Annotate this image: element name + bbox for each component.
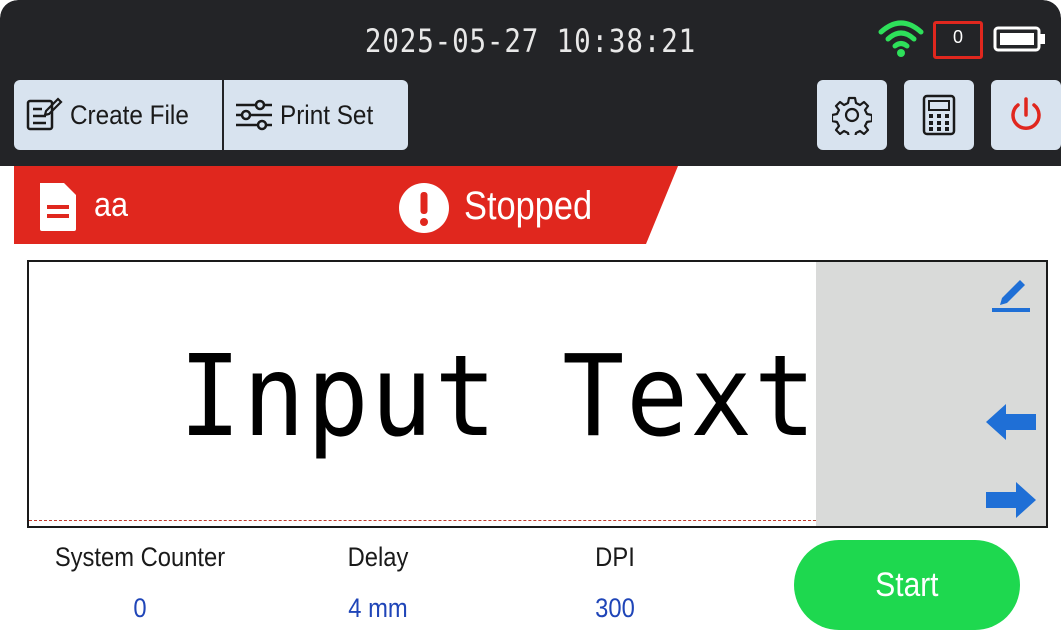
start-button[interactable]: Start (794, 540, 1020, 630)
wifi-icon (878, 20, 924, 57)
edit-document-icon (26, 97, 63, 131)
power-button[interactable] (991, 80, 1061, 150)
preview-text: Input Text (179, 332, 818, 462)
power-icon (1011, 97, 1041, 130)
print-card-icon: 0 (933, 21, 983, 59)
dpi-value: 300 (595, 593, 635, 623)
gear-icon (832, 96, 872, 135)
sliders-icon (236, 99, 272, 131)
message-preview[interactable]: Input Text (27, 260, 1048, 528)
delay-value: 4 mm (348, 593, 408, 623)
top-bar: 2025-05-27 10:38:21 0 Create File Print … (0, 0, 1061, 166)
file-name: aa (94, 186, 129, 224)
pencil-icon[interactable] (988, 268, 1032, 312)
document-icon (40, 183, 76, 231)
print-area-guide (29, 520, 816, 521)
calculator-icon (922, 94, 956, 136)
arrow-left-icon[interactable] (984, 402, 1038, 442)
alert-icon (399, 183, 449, 233)
preview-canvas[interactable]: Input Text (29, 262, 816, 526)
card-count: 0 (952, 27, 963, 47)
dpi-label: DPI (595, 542, 635, 572)
delay: Delay 4 mm (318, 542, 438, 624)
system-counter: System Counter 0 (40, 542, 240, 624)
create-file-button[interactable]: Create File (14, 80, 222, 150)
job-status-band: aa Stopped (14, 166, 1061, 246)
system-counter-value: 0 (133, 593, 147, 623)
start-label: Start (875, 565, 939, 604)
settings-button[interactable] (817, 80, 887, 150)
create-file-label: Create File (70, 99, 189, 130)
print-set-label: Print Set (280, 99, 374, 130)
system-counter-label: System Counter (54, 542, 226, 572)
printer-screen: 2025-05-27 10:38:21 0 Create File Print … (0, 0, 1061, 643)
arrow-right-icon[interactable] (984, 480, 1038, 520)
print-set-button[interactable]: Print Set (224, 80, 408, 150)
dpi: DPI 300 (560, 542, 670, 624)
print-state: Stopped (464, 184, 593, 228)
delay-label: Delay (347, 542, 409, 572)
date-time: 2025-05-27 10:38:21 (364, 22, 697, 60)
battery-icon (993, 26, 1045, 52)
preview-side-panel (816, 262, 1046, 526)
calculator-button[interactable] (904, 80, 974, 150)
